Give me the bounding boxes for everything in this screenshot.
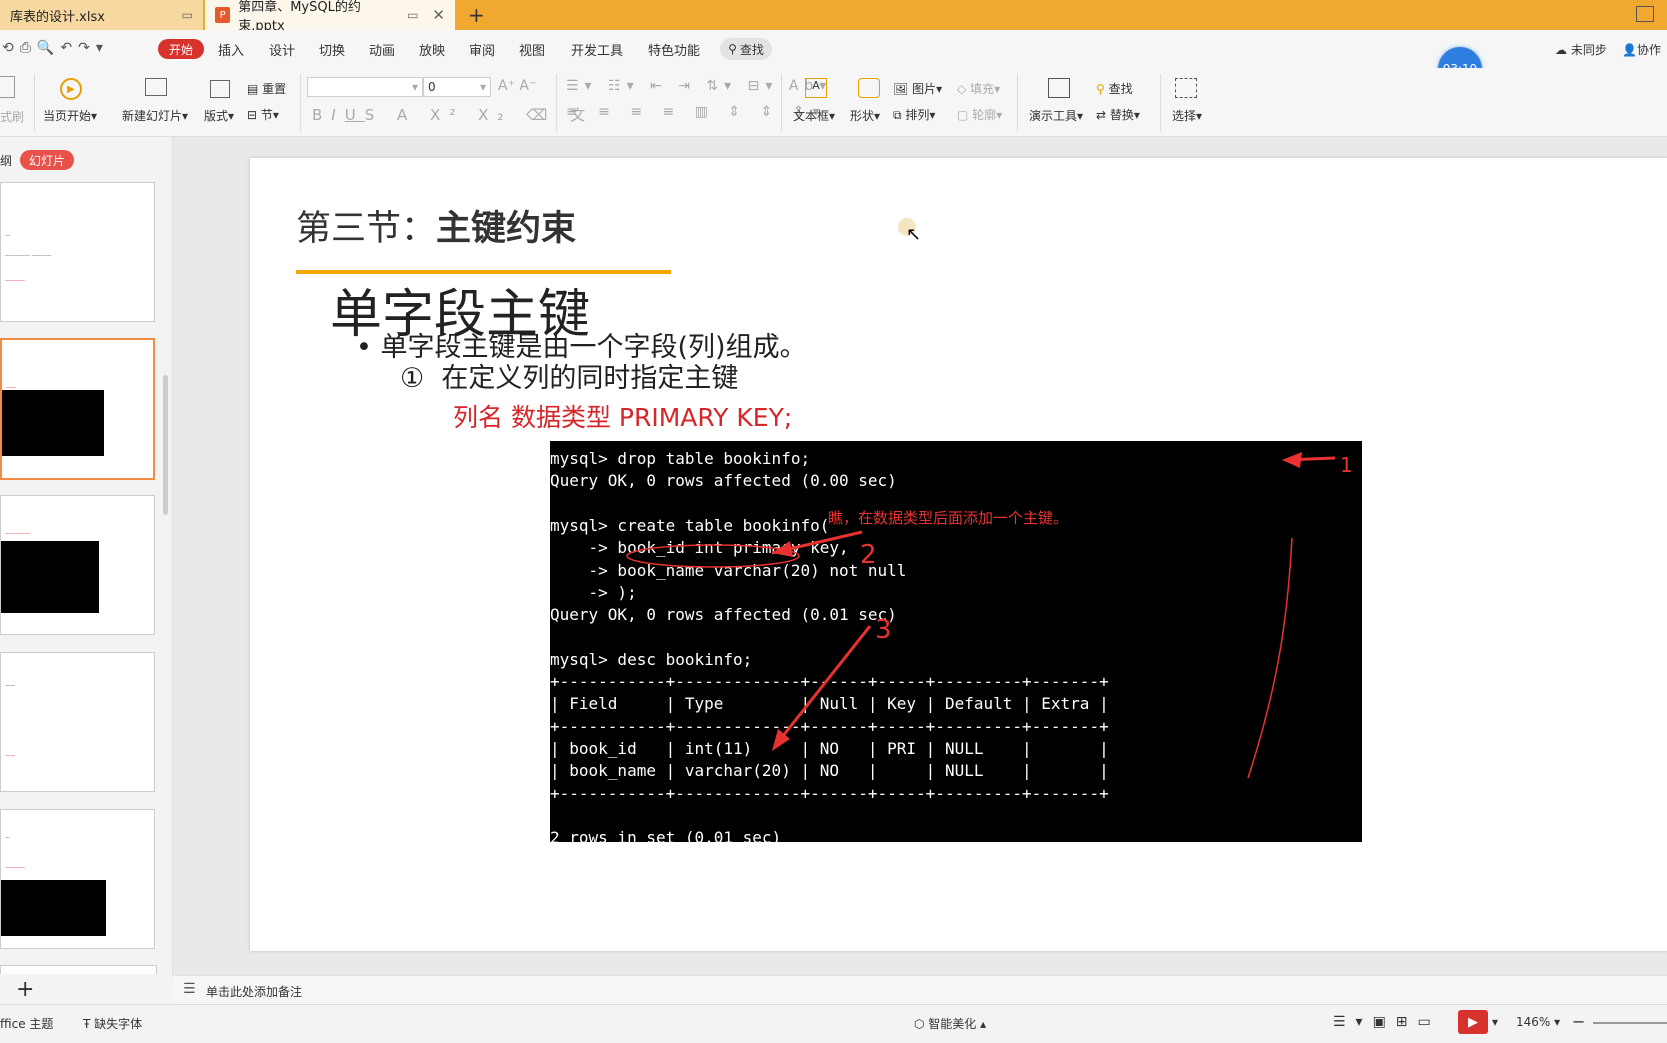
sub-item[interactable]: ① 在定义列的同时指定主键 (400, 356, 738, 395)
menu-design[interactable]: 设计 (269, 40, 295, 59)
tab-xlsx[interactable]: 库表的设计.xlsx ▭ (0, 0, 203, 30)
new-slide-icon[interactable] (145, 78, 167, 96)
zoom-out-icon[interactable]: − (1572, 1012, 1585, 1031)
from-current-button[interactable]: 当页开始▾ (43, 107, 97, 124)
pin-icon[interactable]: ▭ (182, 8, 193, 22)
font-size-select[interactable]: 0 ▾ (423, 77, 491, 97)
select-icon[interactable] (1175, 78, 1197, 98)
tab-pptx[interactable]: P 第四章、MySQL的约束.pptx ▭ ✕ (205, 0, 455, 34)
zoom-level[interactable]: 146% ▾ (1516, 1015, 1560, 1029)
menu-slideshow[interactable]: 放映 (419, 40, 445, 59)
tab-label: 库表的设计.xlsx (10, 9, 105, 25)
mark-2: 2 (860, 540, 877, 570)
replace-button[interactable]: ⇄ 替换▾ (1096, 106, 1140, 123)
menu-bar (0, 30, 1667, 68)
font-family-select[interactable]: ▾ (307, 77, 423, 97)
arrow-1-head (1282, 452, 1302, 468)
layout-icon[interactable] (210, 80, 230, 98)
slide-title[interactable]: 第三节：主键约束 (296, 200, 576, 251)
outline-tab[interactable]: 纲 (0, 152, 12, 169)
divider (1160, 74, 1161, 132)
present-tools-button[interactable]: 演示工具▾ (1029, 107, 1083, 124)
quick-access-icons[interactable]: ⟲⎙🔍↶↷▾ (2, 40, 109, 56)
divider (781, 74, 782, 132)
sync-status[interactable]: ☁ 未同步 (1555, 41, 1607, 58)
beautify-button[interactable]: ⬡ 智能美化 ▴ (914, 1015, 986, 1032)
textbox-button[interactable]: 文本框▾ (793, 107, 835, 124)
text-format-icons[interactable]: BIUS A X² X₂ ⌫ 文 (312, 104, 594, 125)
menu-transition[interactable]: 切换 (319, 40, 345, 59)
notes-icon: ☰ (183, 981, 196, 997)
slide-thumbnail[interactable]: ————— (0, 495, 155, 635)
arrange-button[interactable]: ⧉ 排列▾ (893, 106, 935, 123)
pen-stroke (1247, 537, 1293, 779)
menu-review[interactable]: 审阅 (469, 40, 495, 59)
menu-special[interactable]: 特色功能 (648, 40, 700, 59)
layout-button[interactable]: 版式▾ (204, 107, 234, 124)
slide-thumbnail-active[interactable]: —— (0, 338, 155, 480)
theme-label[interactable]: ffice 主题 (0, 1015, 53, 1032)
syntax-text[interactable]: 列名 数据类型 PRIMARY KEY; (453, 398, 792, 434)
slide-thumbnail[interactable]: — ———— (0, 809, 155, 949)
shape-button[interactable]: 形状▾ (850, 107, 880, 124)
picture-button[interactable]: 🖼 图片▾ (893, 80, 942, 97)
font-grow-shrink-icons[interactable]: A⁺ A⁻ (498, 78, 536, 94)
divider (1017, 74, 1018, 132)
missing-font-button[interactable]: Ŧ 缺失字体 (83, 1015, 142, 1032)
ribbon (0, 68, 1667, 137)
present-tools-icon[interactable] (1048, 78, 1070, 98)
menu-start[interactable]: 开始 (158, 39, 204, 59)
slide-thumbnail[interactable] (0, 965, 157, 974)
search-icon: ⚲ (728, 42, 737, 56)
view-mode-icons[interactable]: ☰▾▣⊞▭ (1333, 1014, 1441, 1030)
notes-bar[interactable]: ☰ 单击此处添加备注 (173, 975, 1667, 1004)
play-slideshow-button[interactable]: ▶ (1458, 1010, 1488, 1034)
section-button[interactable]: ⊟ 节▾ (247, 106, 279, 123)
slide-thumbnail[interactable]: —— —— (0, 652, 155, 792)
highlight-ellipse (626, 544, 800, 568)
tab-label: 第四章、MySQL的约束.pptx (238, 0, 361, 34)
format-painter-icon[interactable] (0, 76, 15, 98)
status-divider (0, 1002, 172, 1004)
align-icons[interactable]: ≡ ≡ ≡ ≡ ▥ ⇕ ⇕ ⇕▾ (566, 104, 828, 120)
textbox-icon[interactable]: A (805, 78, 827, 98)
play-icon: ▶ (1468, 1014, 1478, 1030)
menu-insert[interactable]: 插入 (218, 40, 244, 59)
slide-tab[interactable]: 幻灯片 (20, 150, 74, 170)
divider (556, 74, 557, 132)
search-button[interactable]: ⚲ 查找 (720, 38, 772, 60)
format-painter-label: 式刷 (0, 110, 25, 124)
thumbnail-scrollbar[interactable] (163, 375, 168, 515)
play-from-current-icon[interactable]: ▶ (60, 78, 82, 100)
add-slide-button[interactable]: + (16, 977, 34, 1002)
mouse-cursor-icon: ↖ (906, 224, 922, 245)
divider (300, 74, 301, 132)
zoom-slider[interactable] (1593, 1022, 1667, 1024)
list-indent-icons[interactable]: ☰▾ ☷▾ ⇤ ⇥ ⇅▾ ⊟▾ Ab▾ (566, 78, 832, 94)
slide-thumbnail[interactable]: — ————— ———— ———— (0, 182, 155, 322)
menu-view[interactable]: 视图 (519, 40, 545, 59)
pptx-icon: P (215, 7, 231, 23)
mark-3: 3 (875, 615, 892, 645)
collab-button[interactable]: 👤协作 (1622, 41, 1661, 58)
find-button[interactable]: ⚲ 查找 (1096, 80, 1133, 97)
shape-icon[interactable] (858, 78, 880, 98)
new-tab-button[interactable]: + (468, 3, 485, 27)
search-icon: ⚲ (1096, 82, 1105, 96)
select-button[interactable]: 选择▾ (1172, 107, 1202, 124)
notes-placeholder: 单击此处添加备注 (206, 985, 303, 999)
arrow-3 (773, 625, 872, 747)
window-restore-icon[interactable] (1636, 6, 1654, 22)
new-slide-button[interactable]: 新建幻灯片▾ (122, 107, 188, 124)
close-icon[interactable]: ✕ (432, 6, 445, 24)
menu-developer[interactable]: 开发工具 (571, 40, 623, 59)
reset-button[interactable]: ▤ 重置 (247, 80, 286, 97)
fill-button[interactable]: ◇ 填充▾ (957, 80, 1000, 97)
menu-animation[interactable]: 动画 (369, 40, 395, 59)
divider (34, 74, 35, 132)
mark-1: 1 (1340, 453, 1353, 477)
pin-icon[interactable]: ▭ (407, 8, 418, 22)
outline-button[interactable]: ▢ 轮廓▾ (957, 106, 1002, 123)
play-options-icon[interactable]: ▾ (1492, 1015, 1498, 1029)
